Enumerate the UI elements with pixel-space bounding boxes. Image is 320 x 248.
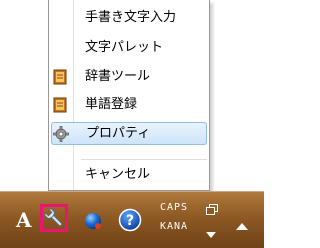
- menu-item-properties[interactable]: プロパティ: [51, 122, 207, 145]
- options-down-arrow-icon[interactable]: [206, 224, 216, 238]
- menu-item-cancel[interactable]: キャンセル: [51, 164, 207, 187]
- help-icon[interactable]: ?: [118, 208, 142, 232]
- menu-item-label: 単語登録: [85, 97, 138, 112]
- menu-item-character-palette[interactable]: 文字パレット: [51, 37, 207, 60]
- menu-item-label: 手書き文字入力: [85, 10, 177, 25]
- tool-button[interactable]: [40, 204, 68, 232]
- kana-indicator: KANA: [160, 221, 189, 232]
- language-bar: A ? CAPS KANA: [0, 191, 264, 248]
- show-hidden-icons-arrow-icon[interactable]: [236, 215, 248, 230]
- gear-icon: [53, 126, 69, 142]
- menu-item-label: 文字パレット: [85, 40, 164, 55]
- ime-tool-menu: 手書き文字入力 文字パレット 辞書ツール 単語登録 プロパティ キャンセル: [48, 0, 210, 191]
- input-mode-indicator[interactable]: A: [16, 209, 32, 231]
- menu-item-label: 辞書ツール: [85, 69, 151, 84]
- word-register-book-icon: [52, 97, 68, 113]
- wrench-icon: [43, 207, 63, 227]
- menu-item-label: キャンセル: [85, 167, 151, 182]
- menu-item-handwriting[interactable]: 手書き文字入力: [51, 7, 207, 30]
- blue-ball-icon[interactable]: [83, 211, 103, 231]
- menu-item-label: プロパティ: [86, 126, 151, 141]
- menu-item-word-register[interactable]: 単語登録: [51, 94, 207, 117]
- restore-icon[interactable]: [206, 201, 218, 215]
- menu-separator: [81, 159, 207, 161]
- caps-indicator: CAPS: [160, 202, 189, 213]
- menu-item-dictionary-tool[interactable]: 辞書ツール: [51, 66, 207, 89]
- dictionary-book-icon: [52, 69, 68, 85]
- svg-text:?: ?: [126, 213, 134, 229]
